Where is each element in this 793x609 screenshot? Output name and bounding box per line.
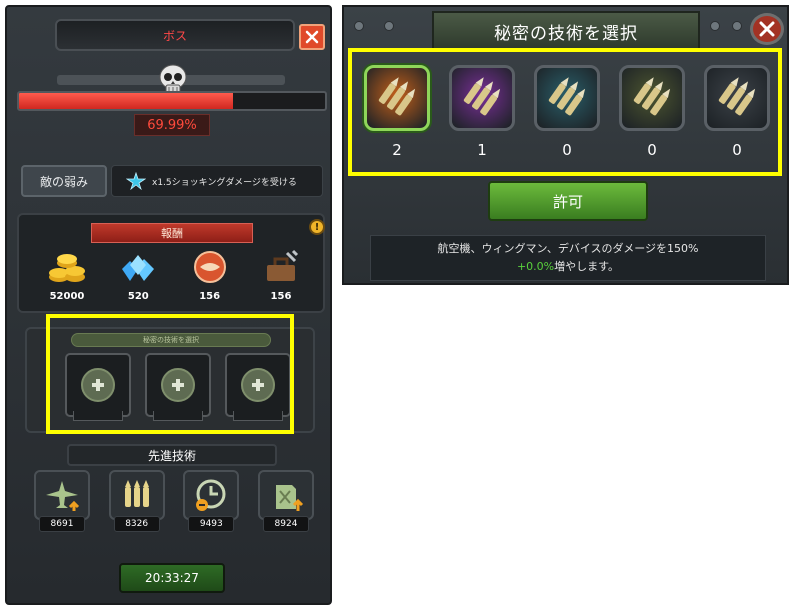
description-line-2: +0.0%増やします。 [517,258,619,276]
tech-description: 航空機、ウィングマン、デバイスのダメージを150% +0.0%増やします。 [370,235,766,281]
boss-title: ボス [162,28,187,43]
screw-icon [710,21,720,31]
gold-coins-icon [49,254,85,282]
dialog-title: 秘密の技術を選択 [494,23,638,44]
highlight-box-left [46,314,294,434]
advanced-tech-list: 8691 8326 9493 8924 [33,470,315,532]
bonus-percent: +0.0% [516,260,555,273]
advanced-tech-label: 先進技術 [67,444,277,466]
close-icon [305,30,319,44]
reward-value: 156 [199,291,221,302]
reward-list: 52000 520 156 156 [41,247,307,302]
clock-minus-icon [183,470,240,520]
hp-percent-box: 69.99% [134,114,210,136]
advanced-tech-value: 9493 [188,516,235,532]
reward-item: 520 [112,247,164,302]
highlight-box-right [348,48,782,176]
weakness-label[interactable]: 敵の弱み [21,165,107,197]
reward-value: 520 [127,291,149,302]
advanced-tech-item[interactable]: 8326 [108,470,166,532]
shock-icon [126,172,146,190]
weakness-row: 敵の弱み x1.5ショッキングダメージを受ける [21,165,323,197]
boss-panel: ボス 69.99% 敵の弱み x1.5ショッキングダメージを受ける 報酬 ! 5… [5,5,332,605]
toolbox-icon [266,249,299,281]
advanced-tech-item[interactable]: 9493 [182,470,240,532]
dialog-close-button[interactable] [750,13,784,45]
advanced-tech-value: 8924 [262,516,309,532]
info-icon[interactable]: ! [309,219,325,235]
hp-percent: 69.99% [147,117,197,133]
fuel-can-icon [257,470,314,520]
dialog-title-bar: 秘密の技術を選択 [432,11,700,51]
weakness-description: x1.5ショッキングダメージを受ける [111,165,323,197]
reward-item: 156 [184,247,236,302]
weakness-text: x1.5ショッキングダメージを受ける [152,177,297,188]
handshake-medal-icon [193,251,226,283]
boss-hp-fill [19,93,234,109]
reward-item: 52000 [41,247,93,302]
description-line-2-text: 増やします。 [554,260,620,273]
blue-gems-icon [122,255,155,281]
close-icon [759,21,775,37]
boss-title-bar: ボス [55,19,295,51]
description-line-1: 航空機、ウィングマン、デバイスのダメージを150% [437,242,699,255]
close-button[interactable] [299,24,325,50]
reward-value: 156 [270,291,292,302]
screw-icon [384,21,394,31]
reward-value: 52000 [49,291,85,302]
plane-upgrade-icon [34,470,90,520]
bullets-icon [108,470,165,520]
reward-section: 報酬 ! 52000 520 156 156 [17,213,325,313]
reward-header: 報酬 [91,223,253,243]
advanced-tech-value: 8691 [39,516,85,532]
advanced-tech-value: 8326 [113,516,160,532]
screw-icon [354,21,364,31]
screw-icon [732,21,742,31]
countdown-timer: 20:33:27 [119,563,225,593]
advanced-tech-item[interactable]: 8691 [33,470,91,532]
allow-button[interactable]: 許可 [488,181,648,221]
advanced-tech-item[interactable]: 8924 [257,470,315,532]
reward-item: 156 [255,247,307,302]
boss-hp-bar [17,91,327,111]
